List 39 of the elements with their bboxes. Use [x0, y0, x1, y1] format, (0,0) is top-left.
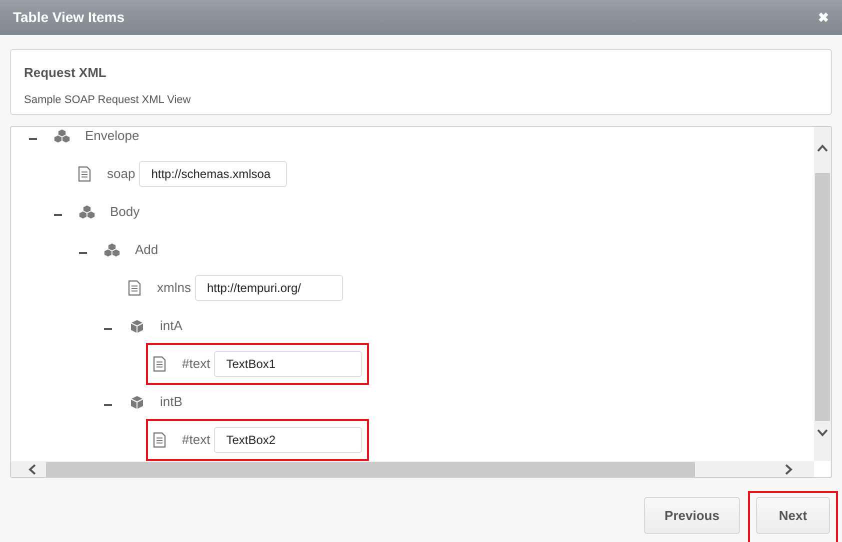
cube-icon — [130, 318, 144, 334]
collapse-icon[interactable] — [54, 211, 62, 219]
attribute-label: #text — [182, 431, 210, 450]
vertical-scrollbar[interactable] — [814, 127, 831, 461]
collapse-icon[interactable] — [79, 249, 87, 257]
nav-button[interactable]: Previous — [644, 497, 740, 534]
chevron-down-icon[interactable] — [817, 429, 828, 437]
attribute-label: xmlns — [157, 279, 191, 298]
value-field[interactable]: TextBox2 — [214, 427, 362, 453]
scrollbar-thumb[interactable] — [46, 462, 695, 476]
card-subtitle: Sample SOAP Request XML View — [24, 92, 192, 108]
cubes-icon — [103, 242, 121, 258]
element-label[interactable]: intA — [160, 316, 182, 336]
element-label[interactable]: Body — [110, 202, 140, 222]
window-title: Table View Items — [13, 8, 125, 27]
attribute-label: #text — [182, 355, 210, 374]
card-title: Request XML — [24, 64, 108, 82]
collapse-icon[interactable] — [104, 401, 112, 409]
value-field[interactable]: http://schemas.xmlsoa — [139, 161, 288, 187]
chevron-left-icon[interactable] — [28, 464, 36, 474]
value-field[interactable]: TextBox1 — [214, 351, 362, 377]
document-icon — [128, 280, 141, 296]
attribute-label: soap — [107, 165, 136, 184]
document-icon — [153, 356, 166, 372]
chevron-up-icon[interactable] — [817, 144, 828, 152]
document-icon — [78, 166, 91, 182]
value-field[interactable]: http://tempuri.org/ — [194, 275, 343, 301]
element-label[interactable]: intB — [160, 392, 182, 412]
nav-button[interactable]: Next — [756, 497, 830, 534]
horizontal-scrollbar[interactable] — [11, 461, 814, 477]
document-icon — [153, 432, 166, 448]
element-label[interactable]: Envelope — [85, 127, 140, 146]
cubes-icon — [78, 204, 96, 220]
cube-icon — [130, 394, 144, 410]
scrollbar-thumb[interactable] — [815, 173, 830, 421]
chevron-right-icon[interactable] — [785, 464, 793, 474]
collapse-icon[interactable] — [104, 325, 112, 333]
element-label[interactable]: Add — [135, 240, 158, 260]
collapse-icon[interactable] — [29, 135, 37, 143]
